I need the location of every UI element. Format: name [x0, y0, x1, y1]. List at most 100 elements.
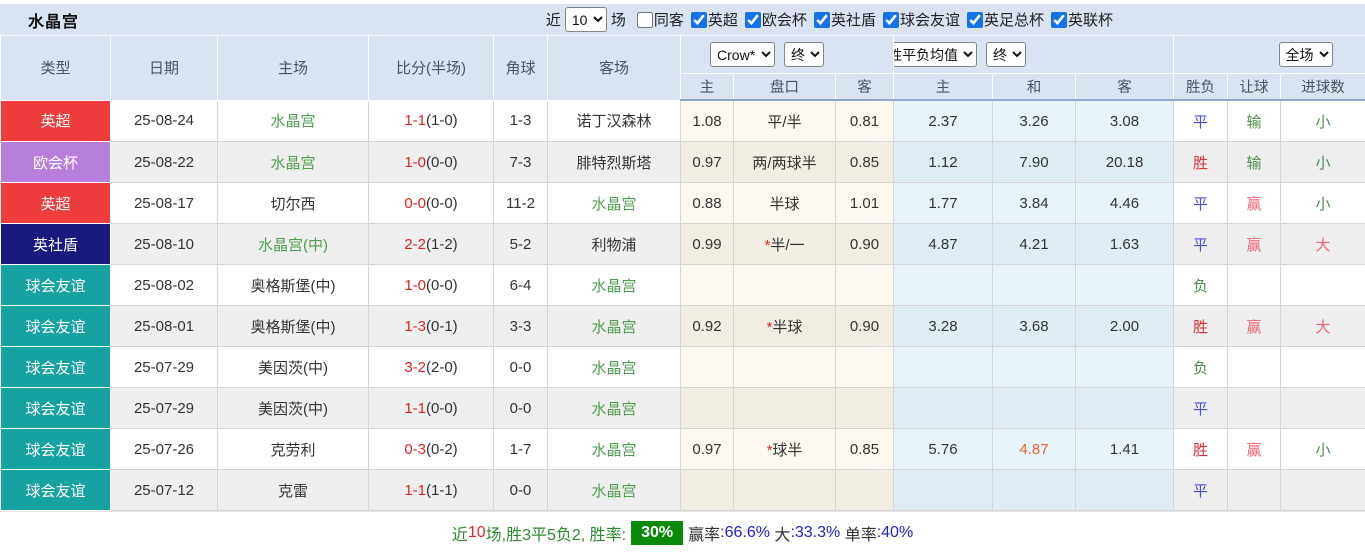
league-checkbox[interactable] [1051, 12, 1067, 28]
col-header-type: 类型 [1, 36, 111, 101]
handicap: *半球 [734, 306, 836, 347]
avg-home: 2.37 [894, 100, 993, 142]
corner-score: 0-0 [494, 347, 548, 388]
away-team: 水晶宫 [548, 265, 681, 306]
handicap-result [1228, 347, 1281, 388]
league-filter-option[interactable]: 球会友谊 [876, 9, 960, 30]
avg-home [894, 388, 993, 429]
table-row: 球会友谊25-07-29美因茨(中)1-1(0-0)0-0水晶宫平 [1, 388, 1365, 429]
avg-away [1076, 470, 1174, 511]
home-team: 切尔西 [218, 183, 369, 224]
handicap-result [1228, 388, 1281, 429]
odds-away [836, 470, 894, 511]
corner-score: 5-2 [494, 224, 548, 265]
recent-count-select[interactable]: 10 [565, 7, 607, 32]
away-team: 腓特烈斯塔 [548, 142, 681, 183]
summary-segment: :66.6% [720, 524, 770, 542]
handicap-result: 赢 [1228, 306, 1281, 347]
league-checkbox[interactable] [691, 12, 707, 28]
col-header-score: 比分(半场) [369, 36, 494, 101]
scope-select[interactable]: 全场 [1279, 42, 1333, 67]
odds-away: 0.90 [836, 224, 894, 265]
odds-home [681, 470, 734, 511]
score: 1-3(0-1) [369, 306, 494, 347]
avg-home: 4.87 [894, 224, 993, 265]
bookmaker-select[interactable]: Crow* [710, 42, 775, 67]
handicap: *半/一 [734, 224, 836, 265]
result: 平 [1174, 183, 1228, 224]
result: 平 [1174, 388, 1228, 429]
handicap: 两/两球半 [734, 142, 836, 183]
avg-draw: 3.26 [993, 100, 1076, 142]
match-date: 25-08-24 [111, 100, 218, 142]
away-team: 水晶宫 [548, 429, 681, 470]
league-checkbox[interactable] [814, 12, 830, 28]
handicap-result: 输 [1228, 142, 1281, 183]
goals-result: 小 [1281, 142, 1365, 183]
table-row: 球会友谊25-08-02奥格斯堡(中)1-0(0-0)6-4水晶宫负 [1, 265, 1365, 306]
score: 1-1(1-0) [369, 100, 494, 142]
col-header-date: 日期 [111, 36, 218, 101]
odds-time-select[interactable]: 终 [784, 42, 824, 67]
home-team: 奥格斯堡(中) [218, 306, 369, 347]
table-row: 欧会杯25-08-22水晶宫1-0(0-0)7-3腓特烈斯塔0.97两/两球半0… [1, 142, 1365, 183]
handicap: *球半 [734, 429, 836, 470]
league-filter-option[interactable]: 英联杯 [1044, 9, 1113, 30]
odds-home: 0.99 [681, 224, 734, 265]
league-filter-option[interactable]: 英足总杯 [960, 9, 1044, 30]
league-checkbox[interactable] [745, 12, 761, 28]
summary-segment: :33.3% [790, 524, 840, 542]
match-date: 25-08-17 [111, 183, 218, 224]
col-header-corner: 角球 [494, 36, 548, 101]
league-filter-option[interactable]: 英社盾 [807, 9, 876, 30]
league-filter-option[interactable]: 英超 [684, 9, 738, 30]
away-team: 利物浦 [548, 224, 681, 265]
avg-draw: 4.87 [993, 429, 1076, 470]
goals-result [1281, 265, 1365, 306]
col-header-handicap-result: 让球 [1228, 74, 1281, 101]
summary-segment: 场,胜3平5负2, 胜率: [486, 521, 626, 545]
table-row: 球会友谊25-08-01奥格斯堡(中)1-3(0-1)3-3水晶宫0.92*半球… [1, 306, 1365, 347]
col-header-odds-away: 客 [836, 74, 894, 101]
result: 胜 [1174, 306, 1228, 347]
away-team: 水晶宫 [548, 347, 681, 388]
avg-type-select[interactable]: 胜平负均值 [894, 42, 978, 67]
home-team: 克劳利 [218, 429, 369, 470]
avg-home: 1.12 [894, 142, 993, 183]
match-type-badge: 球会友谊 [1, 470, 111, 511]
handicap-result: 赢 [1228, 429, 1281, 470]
league-checkbox[interactable] [967, 12, 983, 28]
odds-away: 1.01 [836, 183, 894, 224]
goals-result: 小 [1281, 100, 1365, 142]
odds-away [836, 265, 894, 306]
same-opponent-checkbox[interactable] [637, 12, 653, 28]
avg-draw: 3.68 [993, 306, 1076, 347]
table-row: 球会友谊25-07-26克劳利0-3(0-2)1-7水晶宫0.97*球半0.85… [1, 429, 1365, 470]
odds-away: 0.85 [836, 142, 894, 183]
corner-score: 1-7 [494, 429, 548, 470]
same-opponent-option[interactable]: 同客 [630, 9, 684, 30]
result: 平 [1174, 100, 1228, 142]
handicap: 半球 [734, 183, 836, 224]
odds-home: 0.97 [681, 429, 734, 470]
goals-result: 大 [1281, 306, 1365, 347]
result: 平 [1174, 224, 1228, 265]
recent-label: 近 [546, 9, 561, 30]
avg-draw: 4.21 [993, 224, 1076, 265]
match-type-badge: 球会友谊 [1, 306, 111, 347]
result: 胜 [1174, 142, 1228, 183]
odds-home [681, 265, 734, 306]
col-header-avg-draw: 和 [993, 74, 1076, 101]
home-team: 美因茨(中) [218, 347, 369, 388]
league-filter-option[interactable]: 欧会杯 [738, 9, 807, 30]
same-opponent-label: 同客 [654, 9, 684, 30]
corner-score: 6-4 [494, 265, 548, 306]
result-group-header: 全场 [1174, 36, 1365, 74]
avg-time-select[interactable]: 终 [986, 42, 1026, 67]
summary-segment: 大 [770, 521, 790, 545]
match-date: 25-07-26 [111, 429, 218, 470]
score: 3-2(2-0) [369, 347, 494, 388]
league-checkbox[interactable] [883, 12, 899, 28]
avg-home: 3.28 [894, 306, 993, 347]
summary-segment: 近 [452, 521, 468, 545]
